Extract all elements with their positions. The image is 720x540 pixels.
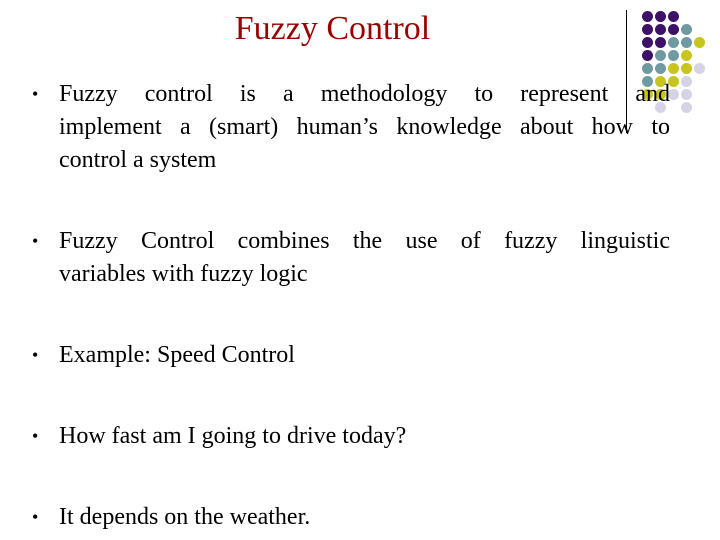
decorative-dot-yellow — [680, 62, 692, 74]
bullet-icon: • — [32, 426, 39, 446]
bullet-icon: • — [32, 345, 39, 365]
decorative-dot-teal — [680, 36, 692, 48]
decorative-dot-lavender — [680, 75, 692, 87]
decorative-dot-purple — [667, 23, 679, 35]
bullet-item: • Fuzzy Control combines the use of fuzz… — [32, 225, 670, 291]
bullet-text-line: control a system — [59, 147, 217, 173]
decorative-dot-teal — [667, 49, 679, 61]
bullet-text-line: Example: Speed Control — [59, 342, 295, 368]
decorative-dot-teal — [680, 23, 692, 35]
bullet-icon: • — [32, 507, 39, 527]
decorative-dot-teal — [654, 62, 666, 74]
bullet-text-line: implement a (smart) human’s knowledge ab… — [59, 114, 670, 140]
bullet-text-line: variables with fuzzy logic — [59, 261, 308, 287]
bullet-item: • How fast am I going to drive today? — [32, 420, 670, 453]
decorative-dot-purple — [641, 49, 653, 61]
bullet-icon: • — [32, 231, 39, 251]
decorative-dot-yellow — [680, 49, 692, 61]
bullet-icon: • — [32, 84, 39, 104]
decorative-dot-teal — [667, 36, 679, 48]
decorative-dot-teal — [641, 62, 653, 74]
bullet-text-line: Fuzzy Control combines the use of fuzzy … — [59, 228, 670, 254]
bullet-item: • Fuzzy control is a methodology to repr… — [32, 78, 670, 177]
bullet-item: • Example: Speed Control — [32, 339, 670, 372]
bullet-item: • It depends on the weather. — [32, 501, 670, 534]
decorative-dot-yellow — [693, 36, 705, 48]
bullet-text-line: It depends on the weather. — [59, 504, 311, 530]
slide-title: Fuzzy Control — [234, 10, 431, 47]
decorative-dot-teal — [654, 49, 666, 61]
decorative-dot-lavender — [693, 62, 705, 74]
bullet-text-line: How fast am I going to drive today? — [59, 423, 407, 449]
decorative-dot-purple — [667, 10, 679, 22]
decorative-dot-yellow — [667, 62, 679, 74]
bullet-text-line: Fuzzy control is a methodology to repres… — [59, 81, 670, 107]
decorative-dot-lavender — [680, 101, 692, 113]
decorative-dot-lavender — [680, 88, 692, 100]
